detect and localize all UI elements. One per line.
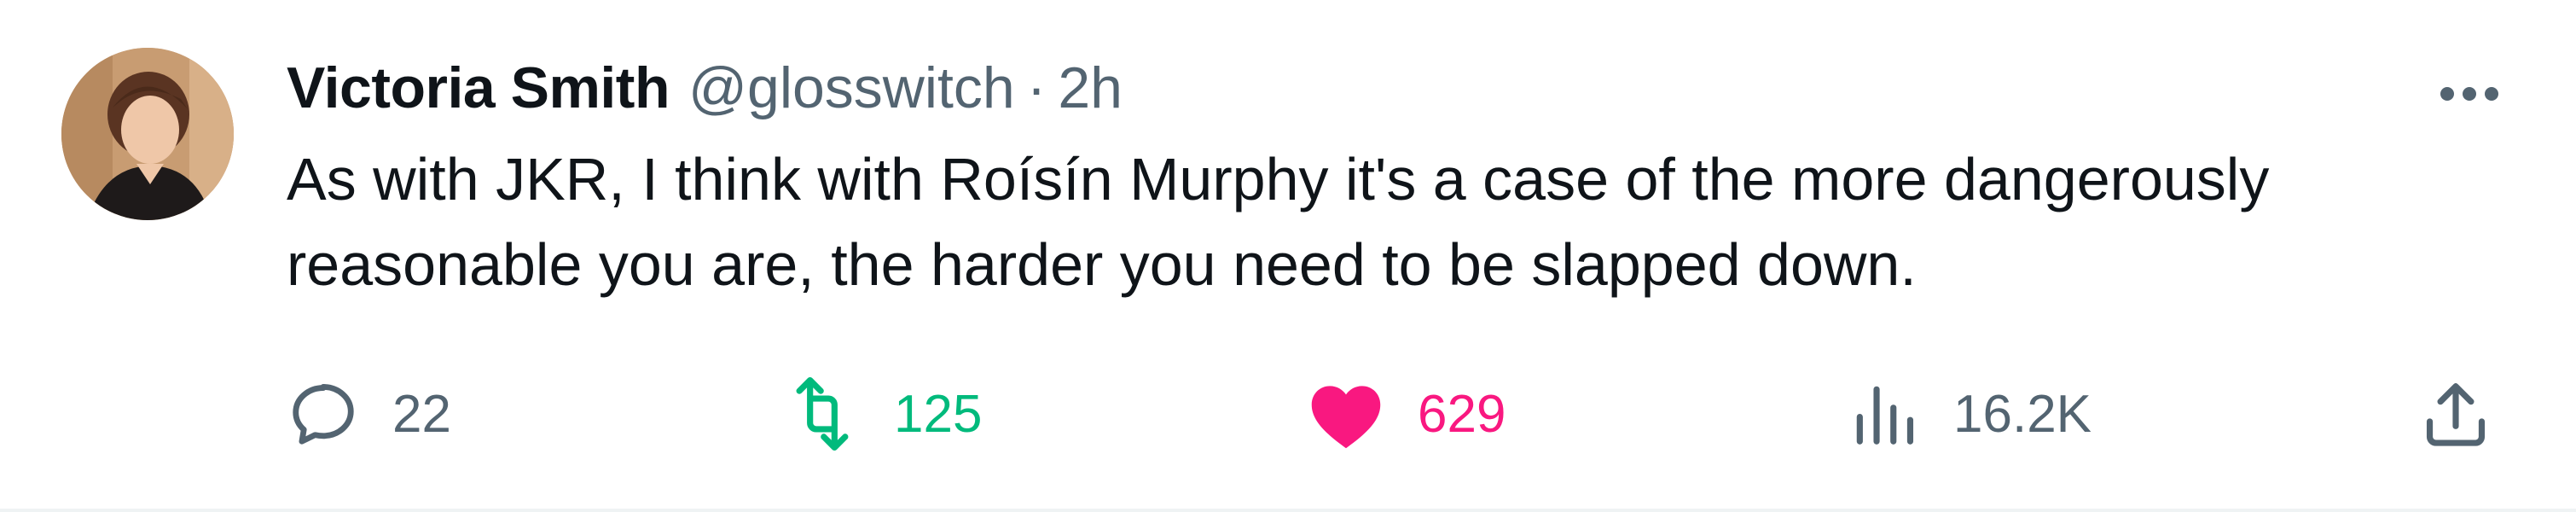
tweet-actions-bar: 22 125 629 16.2K <box>287 367 2538 461</box>
retweet-arrows-icon <box>796 377 849 451</box>
tweet-text-line: reasonable you are, the harder you need … <box>287 231 1917 298</box>
retweet-button[interactable]: 125 <box>783 367 982 461</box>
upload-arrow-icon <box>2426 383 2486 446</box>
heart-filled-icon <box>1311 386 1381 449</box>
views-count: 16.2K <box>1953 384 2092 444</box>
reply-button[interactable]: 22 <box>287 367 451 461</box>
ellipsis-icon <box>2440 87 2498 101</box>
separator-dot: · <box>1026 55 1047 120</box>
views-button[interactable]: 16.2K <box>1848 367 2092 461</box>
author-display-name[interactable]: Victoria Smith <box>287 55 670 121</box>
reply-count: 22 <box>392 384 451 444</box>
tweet-text: As with JKR, I think with Roísín Murphy … <box>287 137 2538 307</box>
profile-photo-icon <box>61 48 234 220</box>
tweet-header: Victoria Smith @glosswitch · 2h <box>287 49 1123 126</box>
tweet-card[interactable]: Victoria Smith @glosswitch · 2h As with … <box>0 0 2576 512</box>
share-button[interactable] <box>2419 367 2492 461</box>
tweet-timestamp[interactable]: 2h <box>1058 55 1123 121</box>
retweet-count: 125 <box>894 384 983 444</box>
tweet-text-line: As with JKR, I think with Roísín Murphy … <box>287 146 2270 212</box>
like-button[interactable]: 629 <box>1307 367 1506 461</box>
avatar[interactable] <box>61 48 234 220</box>
author-handle[interactable]: @glosswitch <box>688 55 1015 121</box>
more-options-button[interactable] <box>2431 64 2508 124</box>
speech-bubble-icon <box>293 384 354 445</box>
like-count: 629 <box>1418 384 1506 444</box>
bar-chart-icon <box>1856 386 1914 445</box>
